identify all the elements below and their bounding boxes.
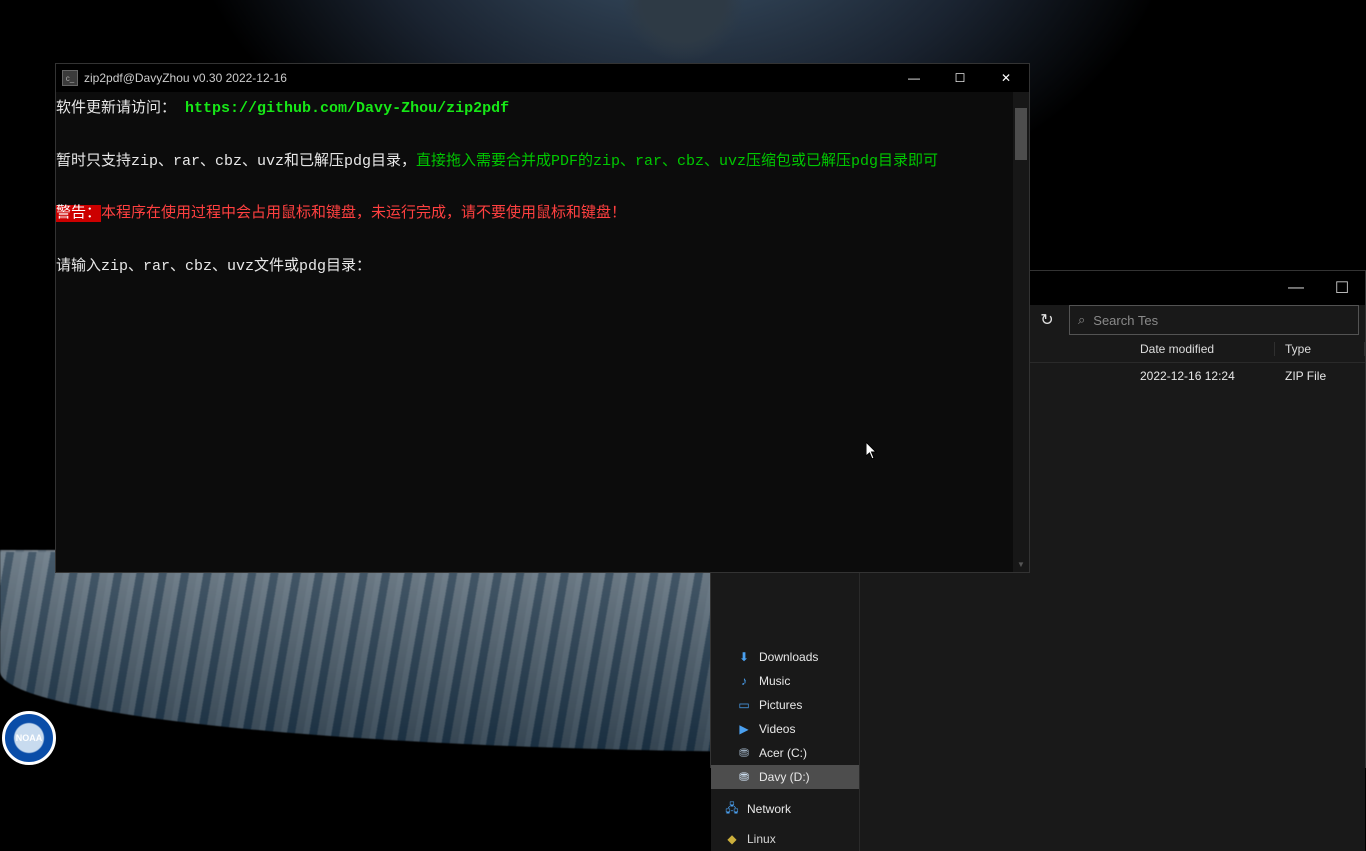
network-icon: 🖧 — [723, 799, 741, 820]
sidebar-item-label: Network — [747, 802, 791, 816]
minimize-button[interactable]: — — [1273, 271, 1319, 305]
sidebar-item-music[interactable]: ♪ Music — [711, 669, 859, 693]
maximize-icon: ☐ — [955, 71, 966, 85]
sidebar-item-pictures[interactable]: ▭ Pictures — [711, 693, 859, 717]
update-prefix: 软件更新请访问： — [56, 100, 176, 117]
sidebar-item-label: Videos — [759, 722, 795, 736]
column-type[interactable]: Type — [1275, 342, 1365, 356]
search-placeholder: Search Tes — [1093, 313, 1158, 328]
console-window: c_ zip2pdf@DavyZhou v0.30 2022-12-16 — ☐… — [55, 63, 1030, 573]
warning-text: 本程序在使用过程中会占用鼠标和键盘，未运行完成，请不要使用鼠标和键盘！ — [101, 205, 626, 222]
close-icon: ✕ — [1001, 71, 1011, 85]
sidebar-item-label: Downloads — [759, 650, 818, 664]
console-titlebar[interactable]: c_ zip2pdf@DavyZhou v0.30 2022-12-16 — ☐… — [56, 64, 1029, 92]
window-title: zip2pdf@DavyZhou v0.30 2022-12-16 — [84, 71, 891, 85]
support-text: 暂时只支持zip、rar、cbz、uvz和已解压pdg目录， — [56, 153, 416, 170]
app-icon: c_ — [62, 70, 78, 86]
warning-tag: 警告： — [56, 205, 101, 222]
search-input[interactable]: ⌕ Search Tes — [1069, 305, 1359, 335]
download-icon: ⬇ — [735, 650, 753, 664]
videos-icon: ▶ — [735, 722, 753, 736]
input-prompt: 请输入zip、rar、cbz、uvz文件或pdg目录： — [56, 258, 371, 275]
linux-icon: ◆ — [723, 832, 741, 846]
sidebar-item-downloads[interactable]: ⬇ Downloads — [711, 645, 859, 669]
refresh-button[interactable]: ↻ — [1031, 305, 1063, 335]
maximize-icon: ☐ — [1335, 278, 1349, 298]
scroll-track[interactable] — [1013, 108, 1029, 556]
sidebar-item-label: Music — [759, 674, 790, 688]
minimize-icon: — — [1288, 279, 1304, 297]
pictures-icon: ▭ — [735, 698, 753, 712]
music-icon: ♪ — [735, 674, 753, 688]
noaa-label: NOAA — [16, 733, 43, 743]
file-date: 2022-12-16 12:24 — [1130, 369, 1275, 383]
sidebar-item-label: Davy (D:) — [759, 770, 810, 784]
sidebar-item-linux[interactable]: ◆ Linux — [711, 827, 859, 851]
maximize-button[interactable]: ☐ — [1319, 271, 1365, 305]
sidebar-item-videos[interactable]: ▶ Videos — [711, 717, 859, 741]
sidebar-item-label: Acer (C:) — [759, 746, 807, 760]
sidebar-item-drive-d[interactable]: ⛃ Davy (D:) — [711, 765, 859, 789]
refresh-icon: ↻ — [1040, 310, 1053, 330]
noaa-logo: NOAA — [2, 711, 56, 765]
maximize-button[interactable]: ☐ — [937, 64, 983, 92]
minimize-button[interactable]: — — [891, 64, 937, 92]
scroll-down-icon[interactable]: ▼ — [1013, 556, 1029, 572]
close-button[interactable]: ✕ — [983, 64, 1029, 92]
minimize-icon: — — [908, 71, 920, 85]
drive-icon: ⛃ — [735, 770, 753, 784]
search-icon: ⌕ — [1078, 312, 1085, 328]
scroll-thumb[interactable] — [1015, 108, 1027, 160]
vertical-scrollbar[interactable]: ▲ ▼ — [1013, 92, 1029, 572]
window-controls: — ☐ ✕ — [891, 64, 1029, 92]
drive-icon: ⛃ — [735, 746, 753, 760]
file-type: ZIP File — [1275, 369, 1365, 383]
sidebar-item-label: Pictures — [759, 698, 802, 712]
drag-instruction: 直接拖入需要合并成PDF的zip、rar、cbz、uvz压缩包或已解压pdg目录… — [416, 153, 938, 170]
sidebar-item-label: Linux — [747, 832, 776, 846]
sidebar-item-drive-c[interactable]: ⛃ Acer (C:) — [711, 741, 859, 765]
sidebar-item-network[interactable]: 🖧 Network — [711, 797, 859, 821]
column-date[interactable]: Date modified — [1130, 342, 1275, 356]
console-output[interactable]: 软件更新请访问： https://github.com/Davy-Zhou/zi… — [56, 92, 1013, 572]
update-link: https://github.com/Davy-Zhou/zip2pdf — [185, 100, 509, 117]
